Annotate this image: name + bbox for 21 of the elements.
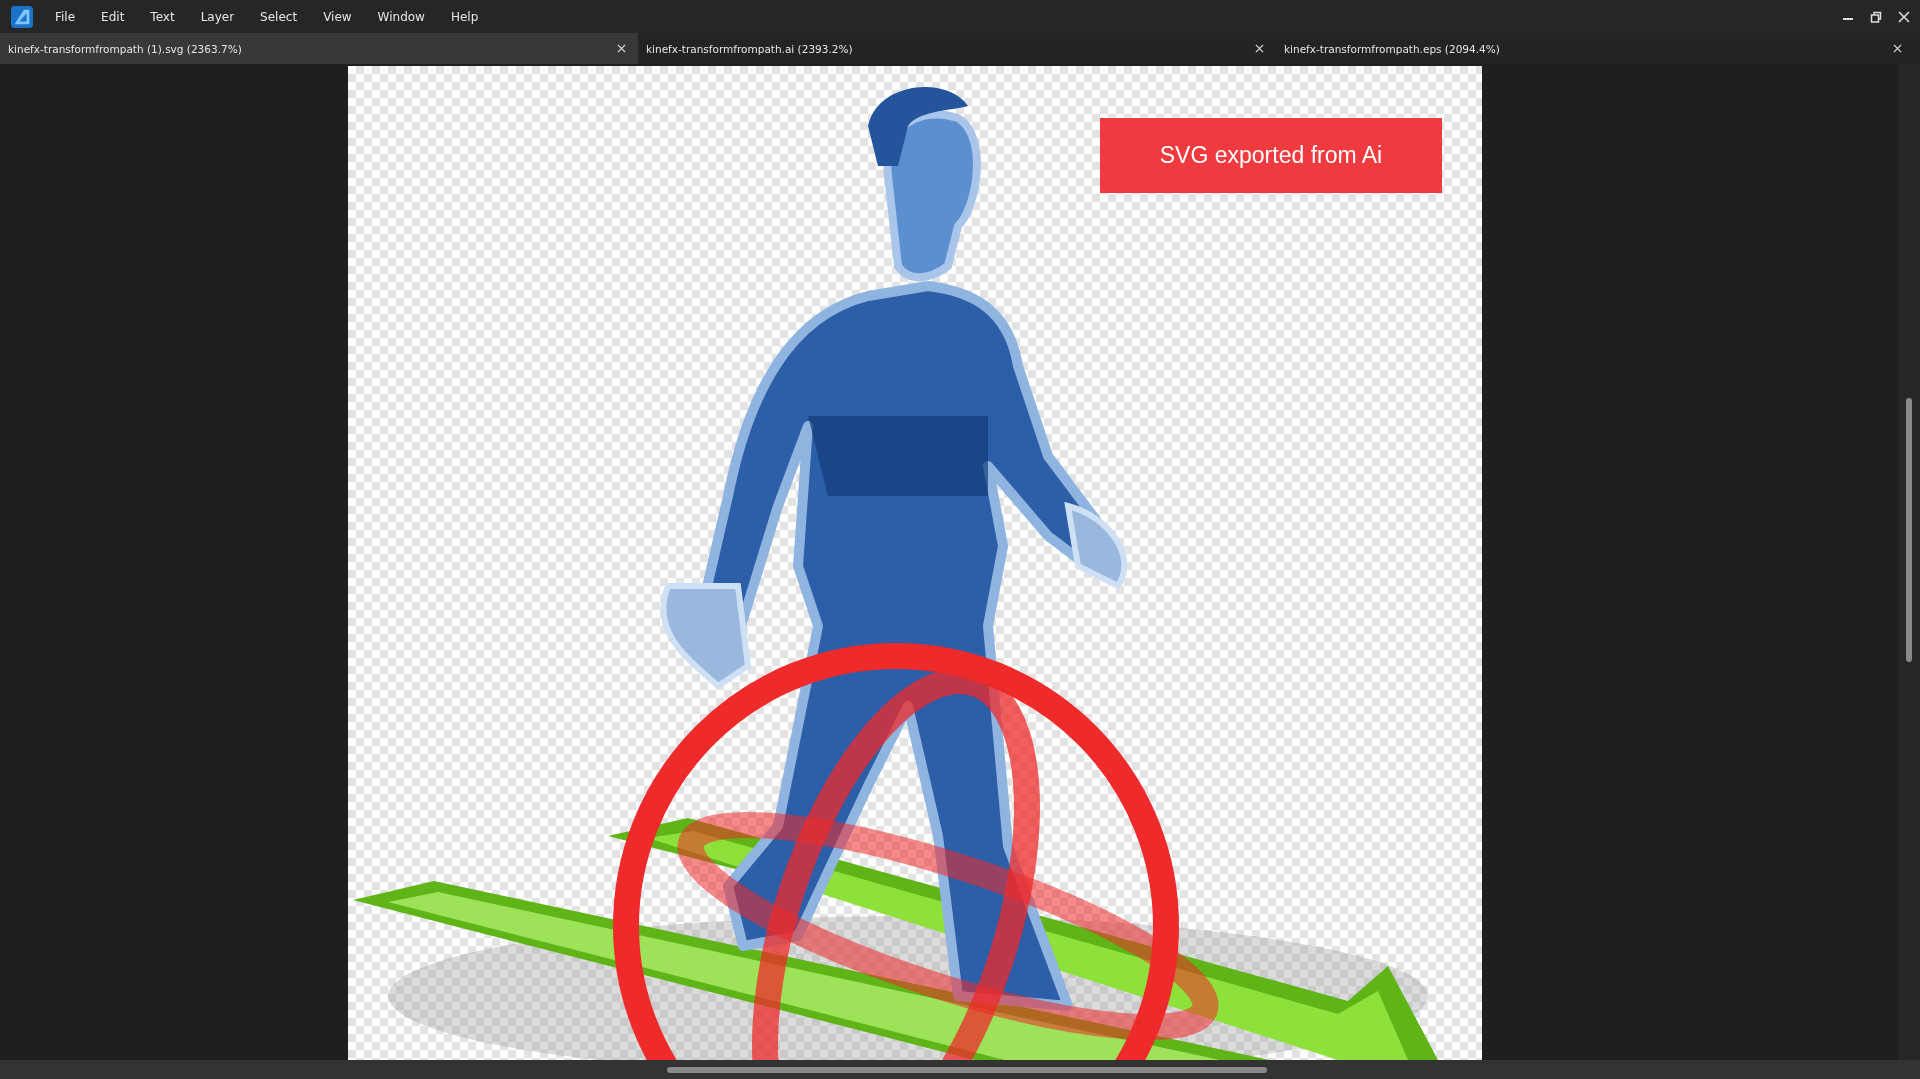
document-tab[interactable]: kinefx-transformfrompath (1).svg (2363.7%) xyxy=(0,33,638,64)
menu-item[interactable]: Window xyxy=(377,9,425,24)
close-icon[interactable] xyxy=(617,44,626,53)
close-icon[interactable] xyxy=(1255,44,1264,53)
vertical-scrollbar[interactable] xyxy=(1898,64,1920,1060)
menu-item[interactable]: Help xyxy=(450,9,479,24)
horizontal-scrollbar[interactable] xyxy=(0,1060,1920,1079)
menu-item[interactable]: File xyxy=(55,9,76,24)
menu-item[interactable]: Edit xyxy=(101,9,125,24)
tab-label[interactable]: kinefx-transformfrompath.eps (2094.4%) xyxy=(1284,42,1500,55)
close-icon[interactable] xyxy=(1898,10,1910,23)
menu-item[interactable]: Select xyxy=(260,9,298,24)
canvas-label: SVG exported from Ai xyxy=(1100,118,1442,193)
menu-item[interactable]: View xyxy=(323,9,352,24)
tab-label[interactable]: kinefx-transformfrompath.ai (2393.2%) xyxy=(646,42,853,55)
menu-item[interactable]: Layer xyxy=(200,9,235,24)
restore-icon[interactable] xyxy=(1870,10,1882,23)
menu-item[interactable]: Text xyxy=(150,9,175,24)
app-logo-icon[interactable] xyxy=(11,5,33,28)
tab-label[interactable]: kinefx-transformfrompath (1).svg (2363.7%) xyxy=(8,42,242,55)
close-icon[interactable] xyxy=(1893,44,1902,53)
